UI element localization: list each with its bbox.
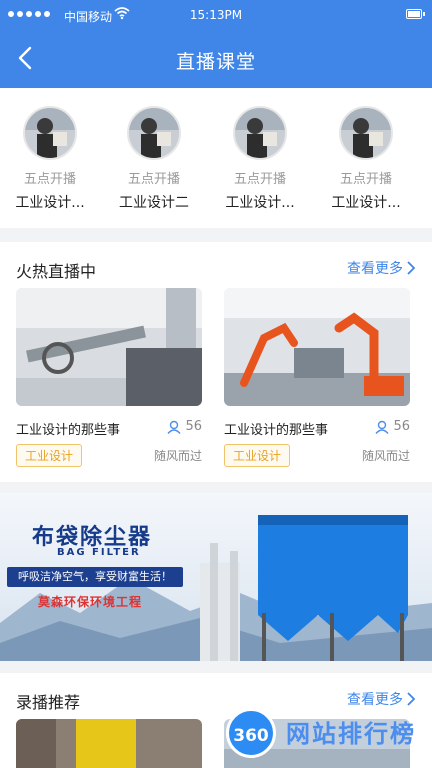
promo-banner[interactable]: 布袋除尘器 BAG FILTER 呼吸洁净空气，享受财富生活！ 莫森环保环境工程 xyxy=(0,493,432,661)
category-tag[interactable]: 工业设计 xyxy=(16,444,83,467)
watermark-text: 网站排行榜 xyxy=(286,720,416,748)
live-thumbnail xyxy=(224,288,410,406)
live-card[interactable]: 工业设计的那些事 56 工业设计 随风而过 xyxy=(224,288,410,467)
recorded-thumbnail[interactable] xyxy=(16,719,202,768)
section-title: 火热直播中 xyxy=(16,262,97,281)
page-title: 直播课堂 xyxy=(175,51,256,73)
view-count-value: 56 xyxy=(185,419,202,434)
battery-icon xyxy=(406,9,425,19)
category-tag[interactable]: 工业设计 xyxy=(224,444,291,467)
view-count-value: 56 xyxy=(393,419,410,434)
author-name: 随风而过 xyxy=(153,449,202,463)
live-schedule-strip: 五点开播 工业设计... 五点开播 工业设计二 五点开播 工业设计... 五点开… xyxy=(0,88,432,228)
teacher-item[interactable]: 五点开播 工业设计... xyxy=(210,106,310,212)
user-icon xyxy=(167,420,181,434)
app-header: 中国移动 15:13PM 直播课堂 xyxy=(0,0,432,88)
section-title: 录播推荐 xyxy=(16,693,81,712)
banner-company: 莫森环保环境工程 xyxy=(38,595,143,609)
teacher-course-name: 工业设计... xyxy=(331,195,401,211)
banner-subtitle: BAG FILTER xyxy=(57,547,141,558)
status-time: 15:13PM xyxy=(189,8,243,22)
teacher-item[interactable]: 五点开播 工业设计... xyxy=(0,106,100,212)
teacher-avatar xyxy=(233,106,287,160)
teacher-course-name: 工业设计二 xyxy=(119,195,189,211)
author-name: 随风而过 xyxy=(361,449,410,463)
status-bar: 中国移动 15:13PM xyxy=(0,0,432,32)
live-card[interactable]: 工业设计的那些事 56 工业设计 随风而过 xyxy=(16,288,202,467)
chevron-right-icon xyxy=(407,692,416,706)
live-card-title: 工业设计的那些事 xyxy=(224,423,329,438)
view-count: 56 xyxy=(375,419,410,434)
hot-live-section: 火热直播中 查看更多 工业设计的那些事 56 工业设计 随风而过 工业设计的那些… xyxy=(0,242,432,482)
teacher-time: 五点开播 xyxy=(127,172,180,187)
teacher-avatar xyxy=(339,106,393,160)
live-thumbnail xyxy=(16,288,202,406)
teacher-time: 五点开播 xyxy=(233,172,286,187)
teacher-course-name: 工业设计... xyxy=(15,195,85,211)
view-count: 56 xyxy=(167,419,202,434)
more-label: 查看更多 xyxy=(347,261,403,277)
more-link[interactable]: 查看更多 xyxy=(347,258,416,278)
banner-slogan: 呼吸洁净空气，享受财富生活！ xyxy=(7,567,183,587)
watermark: 360 网站排行榜 xyxy=(226,706,432,768)
teacher-course-name: 工业设计... xyxy=(225,195,295,211)
teacher-time: 五点开播 xyxy=(339,172,392,187)
teacher-avatar xyxy=(127,106,181,160)
teacher-avatar xyxy=(23,106,77,160)
teacher-item[interactable]: 五点开播 工业设计... xyxy=(316,106,416,212)
teacher-item[interactable]: 五点开播 工业设计二 xyxy=(104,106,204,212)
live-card-title: 工业设计的那些事 xyxy=(16,423,121,438)
watermark-logo: 360 xyxy=(226,708,276,758)
teacher-time: 五点开播 xyxy=(23,172,76,187)
user-icon xyxy=(375,420,389,434)
chevron-right-icon xyxy=(407,261,416,275)
